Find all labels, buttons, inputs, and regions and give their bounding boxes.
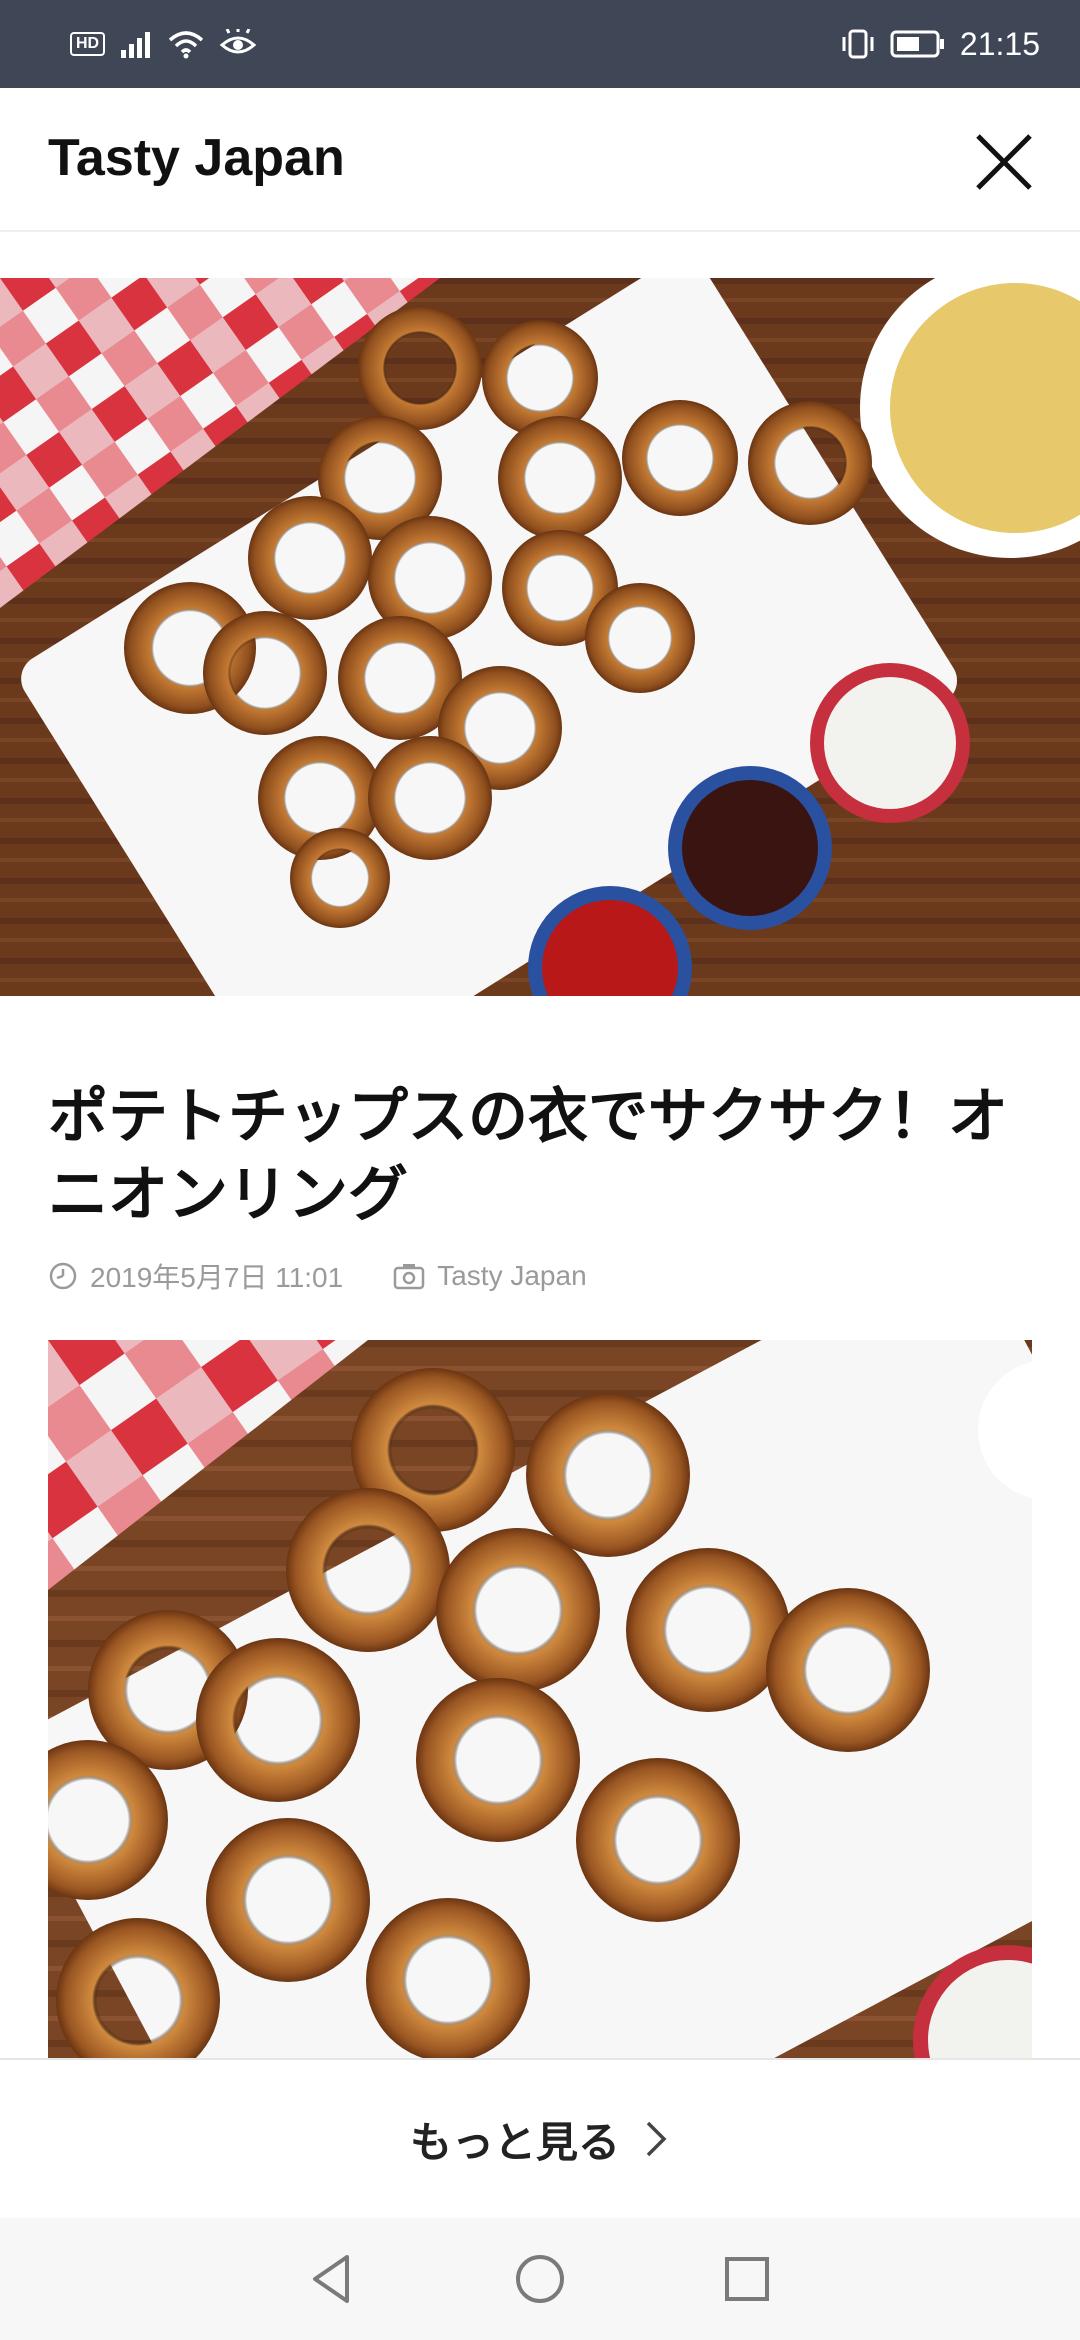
- home-icon[interactable]: [510, 2249, 570, 2309]
- status-right: 21:15: [840, 26, 1040, 63]
- signal-icon: [121, 32, 151, 58]
- hero-photo: [0, 278, 1080, 996]
- chevron-right-icon: [646, 2121, 667, 2157]
- more-label: もっと見る: [409, 2117, 620, 2167]
- header-title: Tasty Japan: [48, 129, 345, 187]
- status-bar: HD 21:15: [0, 0, 1080, 88]
- hero-image: [0, 278, 1080, 996]
- header-bar: Tasty Japan: [0, 88, 1080, 232]
- article-date: 2019年5月7日 11:01: [90, 1262, 344, 1293]
- hd-icon: HD: [70, 32, 106, 56]
- clock-icon: [49, 1262, 77, 1290]
- eye-icon: [219, 29, 257, 54]
- recents-icon[interactable]: [717, 2249, 777, 2309]
- wifi-icon: [168, 31, 204, 59]
- more-button[interactable]: もっと見る: [0, 2058, 1080, 2218]
- article-source: Tasty Japan: [437, 1260, 587, 1291]
- vibrate-icon: [842, 29, 874, 59]
- system-nav-bar: [0, 2218, 1080, 2340]
- article-photo: [48, 1340, 1032, 2058]
- back-icon[interactable]: [303, 2249, 363, 2309]
- close-icon[interactable]: [970, 128, 1038, 196]
- article-title: ポテトチップスの衣でサクサク！オニオンリング: [48, 1082, 1008, 1230]
- camera-icon: [393, 1264, 425, 1290]
- article-meta: 2019年5月7日 11:01 Tasty Japan: [48, 1256, 587, 1296]
- battery-icon: [890, 30, 944, 58]
- status-time: 21:15: [959, 25, 1040, 62]
- status-left: HD: [70, 29, 257, 59]
- article-image: [48, 1340, 1032, 2058]
